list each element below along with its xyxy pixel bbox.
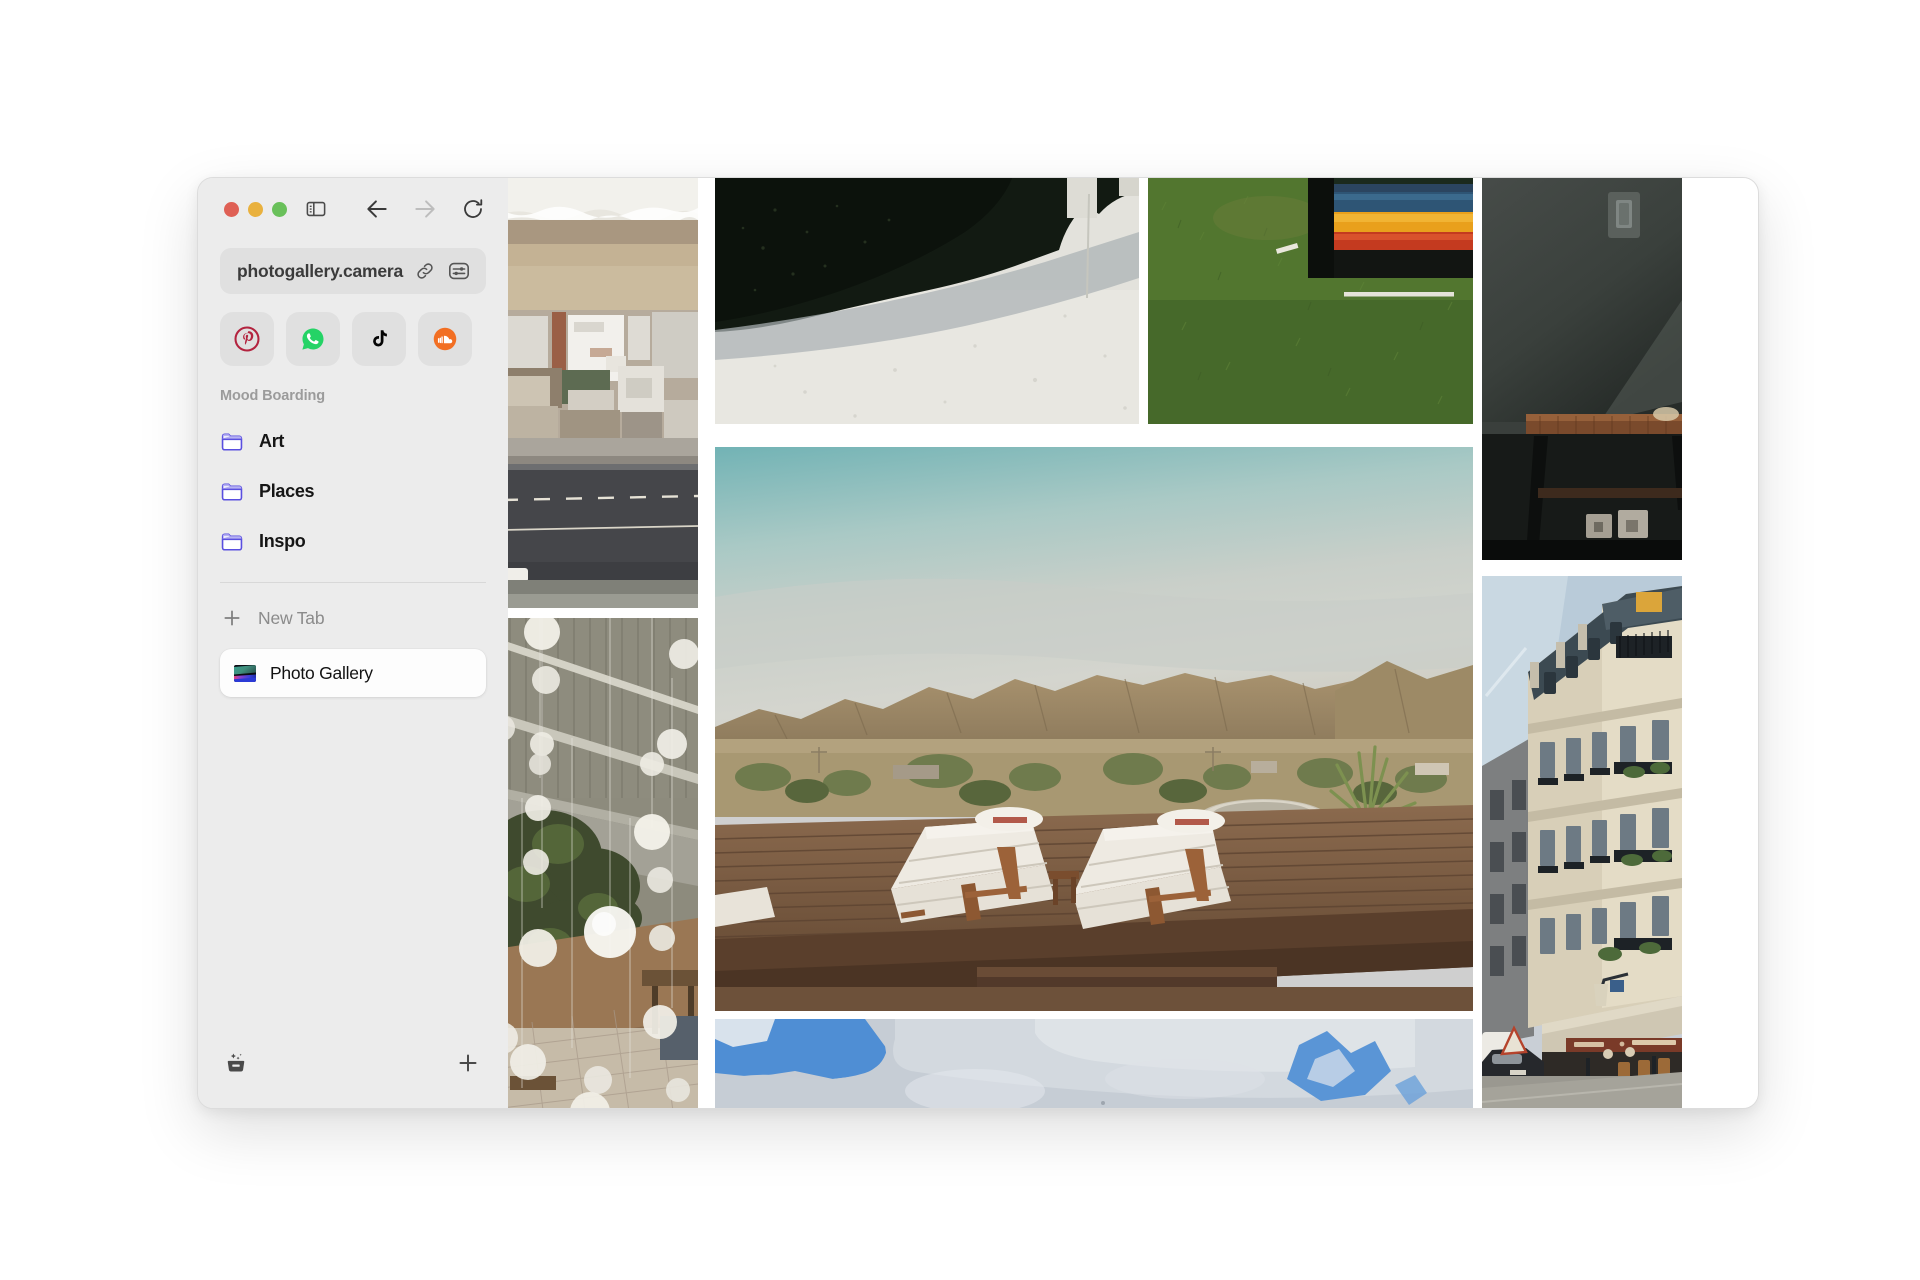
window-toolbar [220,178,486,240]
sidebar-footer [220,1032,486,1108]
address-bar[interactable]: photogallery.camera [220,248,486,294]
sidebar-divider [220,582,486,583]
sidebar-folder-inspo[interactable]: Inspo [220,516,486,566]
gradient-favicon [234,664,256,682]
sidebar-folder-art[interactable]: Art [220,416,486,466]
browser-window: photogallery.camera Mood Boarding Art Pl… [197,177,1759,1109]
traffic-lights [224,201,287,217]
shortcuts-row [220,312,486,366]
sidebar: photogallery.camera Mood Boarding Art Pl… [198,178,508,1108]
photo-blue-sky-clouds[interactable] [715,1019,1473,1108]
tab-label: Photo Gallery [270,662,373,683]
sidebar-section-label: Mood Boarding [220,388,326,404]
link-chain-icon[interactable] [412,258,438,284]
photo-grass-colored-blocks[interactable] [1148,178,1473,424]
folder-label: Art [259,430,285,451]
sliders-icon[interactable] [446,258,472,284]
photo-paris-street-facade[interactable] [1482,576,1682,1108]
photo-globe-pendant-lights[interactable] [508,618,698,1108]
folder-label: Places [259,480,315,501]
shortcut-soundcloud[interactable] [418,312,472,366]
photo-aerial-beach-houses[interactable] [508,178,698,608]
shortcut-tiktok[interactable] [352,312,406,366]
new-tab-button[interactable]: New Tab [220,591,486,645]
shortcut-whatsapp[interactable] [286,312,340,366]
close-window-button[interactable] [224,201,239,217]
new-tab-label: New Tab [258,607,325,628]
folder-icon [221,533,243,551]
photo-grid [508,178,1758,1108]
maximize-window-button[interactable] [272,201,287,217]
add-tab-button[interactable] [454,1049,482,1077]
tab-photo-gallery[interactable]: Photo Gallery [220,649,486,697]
minimize-window-button[interactable] [248,201,263,217]
url-input[interactable]: photogallery.camera [237,261,404,282]
sidebar-toggle-icon[interactable] [305,196,328,222]
reload-button[interactable] [460,194,486,224]
folder-icon [221,483,243,501]
forward-button[interactable] [412,194,438,224]
photo-hedge-gravel-path[interactable] [715,178,1139,424]
sidebar-folder-places[interactable]: Places [220,466,486,516]
tidy-tabs-icon[interactable] [222,1049,250,1077]
folder-list: Art Places Inspo [220,416,486,566]
folder-label: Inspo [259,530,306,551]
back-button[interactable] [364,194,390,224]
plus-icon [224,610,240,626]
photo-dark-interior-table[interactable] [1482,178,1682,560]
photo-desert-deck-loungers[interactable] [715,447,1473,1011]
shortcut-pinterest[interactable] [220,312,274,366]
folder-icon [221,433,243,451]
